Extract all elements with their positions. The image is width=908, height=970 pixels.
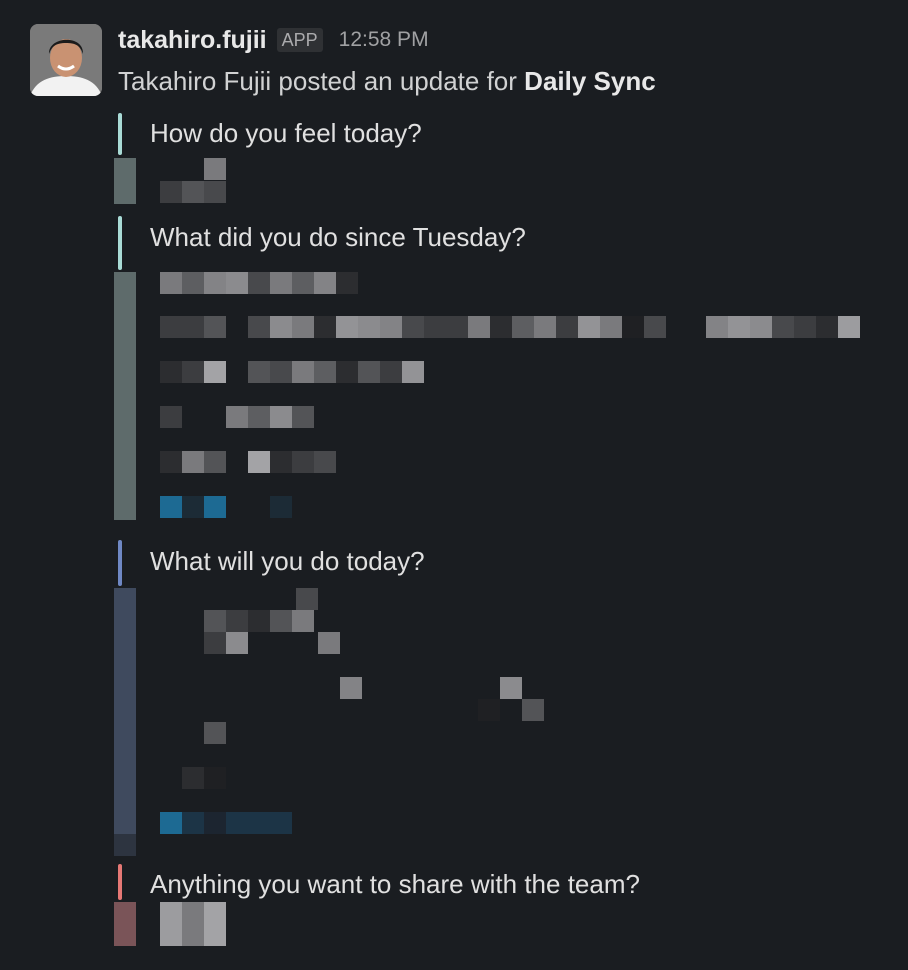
app-badge: APP	[276, 28, 323, 52]
question-title: What did you do since Tuesday?	[150, 222, 526, 252]
username-link[interactable]: takahiro.fujii	[118, 26, 267, 55]
question-title: Anything you want to share with the team…	[150, 869, 640, 899]
message-header: takahiro.fujii APP 12:58 PM	[118, 24, 429, 56]
answer-redacted-bar	[114, 902, 136, 946]
question-accent-bar	[118, 113, 122, 155]
question-title: What will you do today?	[150, 546, 425, 576]
question-accent-bar	[118, 864, 122, 900]
author-name: Takahiro Fujii	[118, 66, 272, 96]
post-action: posted an update for	[278, 66, 517, 96]
answer-redacted-bar	[114, 272, 136, 520]
question-accent-bar	[118, 540, 122, 586]
post-summary: Takahiro Fujii posted an update for Dail…	[118, 66, 656, 97]
answer-redacted-bar	[114, 588, 136, 856]
question-title: How do you feel today?	[150, 118, 422, 148]
answer-redacted-bar	[114, 158, 136, 204]
question-accent-bar	[118, 216, 122, 270]
timestamp[interactable]: 12:58 PM	[339, 28, 429, 52]
channel-name[interactable]: Daily Sync	[524, 66, 656, 96]
avatar[interactable]	[30, 24, 102, 96]
